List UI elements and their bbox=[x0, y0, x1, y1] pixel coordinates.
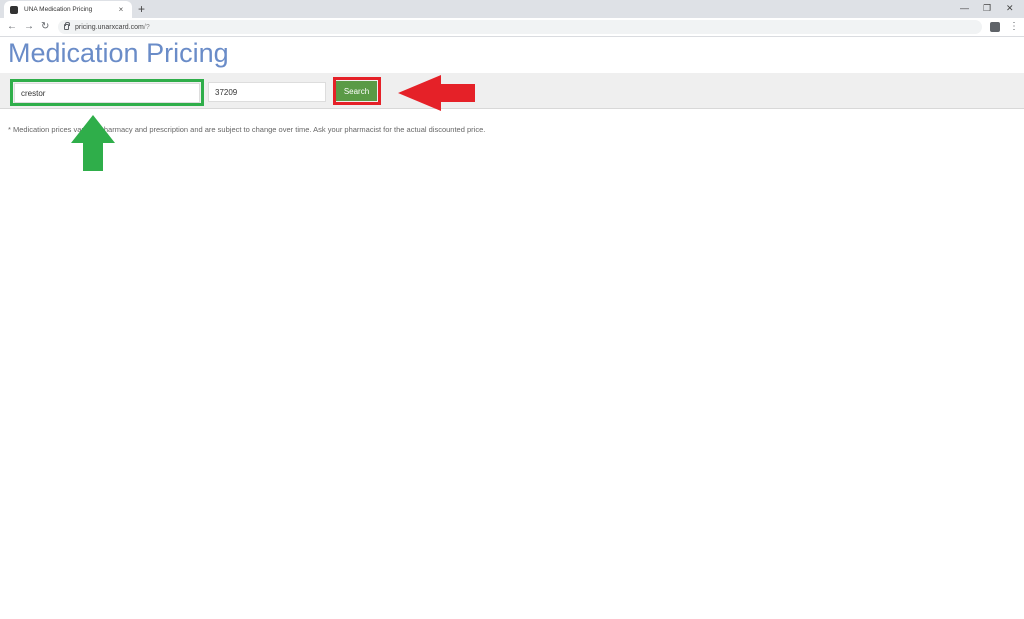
tab-strip: UNA Medication Pricing × + — ❐ ✕ bbox=[0, 0, 1024, 18]
browser-tab[interactable]: UNA Medication Pricing × bbox=[4, 1, 132, 18]
pricing-disclaimer: * Medication prices vary by pharmacy and… bbox=[8, 125, 486, 134]
browser-menu-icon[interactable]: ⋮ bbox=[1009, 20, 1019, 34]
search-button-highlight-box bbox=[333, 77, 381, 105]
tab-title: UNA Medication Pricing bbox=[24, 6, 93, 13]
new-tab-button[interactable]: + bbox=[138, 2, 145, 16]
drug-input-highlight-box bbox=[10, 79, 204, 106]
page-title: Medication Pricing bbox=[8, 38, 229, 68]
profile-icon[interactable] bbox=[990, 22, 1000, 32]
reload-icon[interactable]: ↻ bbox=[41, 21, 49, 33]
url-text: pricing.unarxcard.com/? bbox=[75, 24, 150, 31]
window-close-icon[interactable]: ✕ bbox=[1006, 2, 1014, 14]
tab-close-icon[interactable]: × bbox=[116, 5, 126, 14]
restore-icon[interactable]: ❐ bbox=[983, 2, 991, 14]
url-path: /? bbox=[143, 23, 150, 31]
lock-icon bbox=[64, 22, 70, 30]
browser-toolbar: ← → ↻ pricing.unarxcard.com/? ⋮ bbox=[0, 18, 1024, 37]
green-up-arrow-icon bbox=[71, 115, 115, 171]
zip-code-input[interactable] bbox=[208, 82, 326, 102]
site-favicon-icon bbox=[10, 5, 18, 14]
minimize-icon[interactable]: — bbox=[960, 2, 969, 14]
address-bar[interactable]: pricing.unarxcard.com/? bbox=[58, 20, 982, 34]
back-icon[interactable]: ← bbox=[7, 21, 17, 33]
url-host: pricing.unarxcard.com bbox=[75, 23, 144, 31]
forward-icon[interactable]: → bbox=[24, 21, 34, 33]
